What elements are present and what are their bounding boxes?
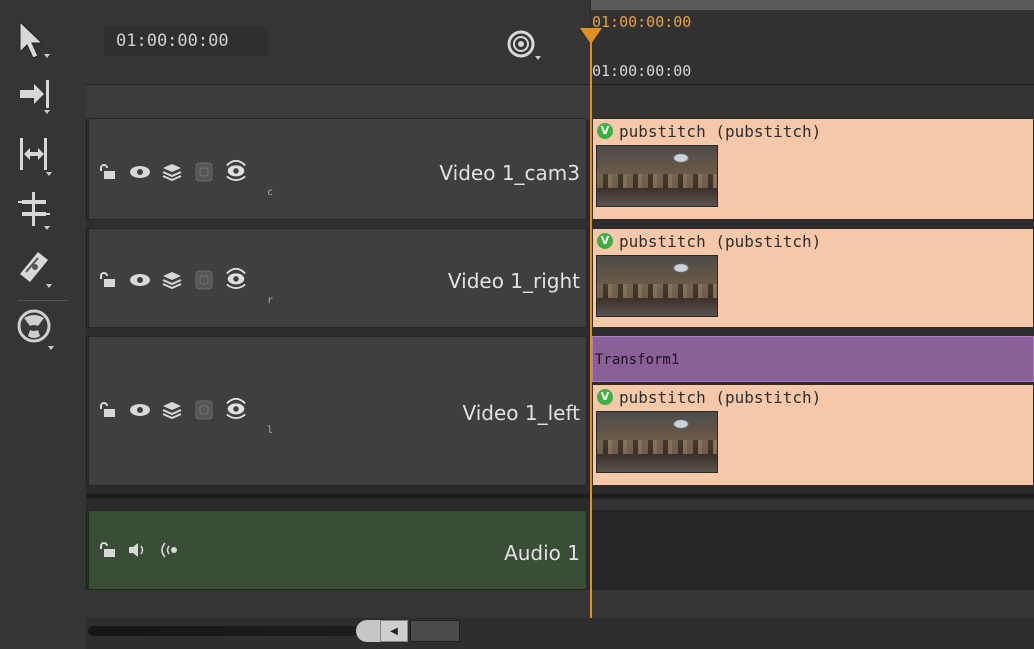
clip-title: pubstitch (pubstitch) <box>619 232 822 251</box>
horizontal-scroll-thumb[interactable] <box>410 620 460 642</box>
tool-strip <box>0 0 87 649</box>
track-name: Video 1_cam3 <box>439 161 580 185</box>
ruler-start-timecode-label: 01:00:00:00 <box>592 62 692 80</box>
version-badge: V <box>597 389 613 405</box>
clip-thumbnail <box>596 145 718 207</box>
blend-toggle[interactable] <box>161 399 183 421</box>
lock-open-icon <box>100 402 115 417</box>
divider-line <box>86 494 1034 498</box>
eye-icon <box>130 404 150 416</box>
ruler-scrub-strip[interactable] <box>591 0 1034 10</box>
view-hint: r <box>267 295 274 306</box>
effect-label: Transform1 <box>595 352 680 368</box>
bracket-range-icon <box>20 138 52 176</box>
lock-open-icon <box>100 272 115 287</box>
layers-icon <box>162 272 182 289</box>
visibility-toggle[interactable] <box>129 161 151 183</box>
arrow-pointer-icon <box>19 20 50 59</box>
cache-toggle[interactable] <box>193 269 215 291</box>
arrow-to-line-icon <box>20 80 50 114</box>
layers-icon <box>162 402 182 419</box>
trim-icon <box>18 192 50 230</box>
playhead-line[interactable] <box>590 28 592 618</box>
visibility-toggle[interactable] <box>129 399 151 421</box>
blend-toggle[interactable] <box>161 269 183 291</box>
slip-tool-button[interactable] <box>14 132 70 180</box>
view-hint: l <box>267 425 274 436</box>
clip-thumbnail <box>596 255 718 317</box>
lock-toggle[interactable] <box>97 399 119 421</box>
current-timecode-field[interactable]: 01:00:00:00 <box>104 26 268 56</box>
audio-track-lane[interactable] <box>591 510 1034 590</box>
lock-open-icon <box>100 542 115 557</box>
audio-wave-icon <box>161 542 177 558</box>
blend-toggle[interactable] <box>161 161 183 183</box>
track-name: Video 1_right <box>447 269 580 293</box>
track-name: Video 1_left <box>462 401 580 425</box>
track-header-video-1-right[interactable]: r Video 1_right <box>88 228 587 328</box>
track-divider <box>86 220 1034 228</box>
view-selector[interactable] <box>225 159 247 181</box>
speaker-icon <box>129 543 144 557</box>
clip-pubstitch-cam3[interactable]: V pubstitch (pubstitch) <box>592 118 1034 220</box>
clip-title: pubstitch (pubstitch) <box>619 122 822 141</box>
clip-thumbnail <box>596 411 718 473</box>
cache-toggle[interactable] <box>193 399 215 421</box>
version-badge: V <box>597 233 613 249</box>
slide-tool-button[interactable] <box>14 186 70 234</box>
solo-toggle[interactable] <box>159 539 181 561</box>
layers-icon <box>162 164 182 181</box>
eye-icon <box>130 166 150 178</box>
view-selector[interactable] <box>225 397 247 419</box>
clip-pubstitch-left[interactable]: V pubstitch (pubstitch) <box>592 384 1034 486</box>
version-badge: V <box>597 123 613 139</box>
track-header-video-1-cam3[interactable]: c Video 1_cam3 <box>88 118 587 220</box>
track-header-audio-1[interactable]: Audio 1 <box>88 510 587 590</box>
cache-toggle[interactable] <box>193 161 215 183</box>
stereo-eyes-icon <box>226 397 246 419</box>
scroll-left-button[interactable]: ◀ <box>380 620 408 642</box>
disk-cache-icon <box>195 400 213 420</box>
razor-tool-button[interactable] <box>14 244 70 292</box>
view-hint: c <box>267 187 274 198</box>
eye-icon <box>130 274 150 286</box>
zoom-slider[interactable] <box>88 626 372 636</box>
snap-magnet-icon <box>507 30 541 60</box>
track-name: Audio 1 <box>504 541 580 565</box>
razor-blade-icon <box>20 252 52 288</box>
track-divider <box>86 328 1034 336</box>
stereo-eyes-icon <box>226 159 246 181</box>
stereo-sphere-icon <box>17 309 54 350</box>
clip-title: pubstitch (pubstitch) <box>619 388 822 407</box>
track-header-video-1-left[interactable]: l Video 1_left <box>88 336 587 486</box>
select-tool-button[interactable] <box>14 16 70 64</box>
clip-pubstitch-right[interactable]: V pubstitch (pubstitch) <box>592 228 1034 328</box>
playhead-timecode-label: 01:00:00:00 <box>592 13 692 31</box>
multi-view-tool-button[interactable] <box>14 304 70 352</box>
disk-cache-icon <box>195 162 213 182</box>
track-header-top-bar <box>86 84 590 119</box>
timeline-top-bar <box>591 84 1034 119</box>
snap-toggle-button[interactable] <box>503 28 547 64</box>
effect-transform1[interactable]: Transform1 <box>592 336 1034 382</box>
lock-open-icon <box>100 164 115 179</box>
lock-toggle[interactable] <box>97 539 119 561</box>
mute-toggle[interactable] <box>127 539 149 561</box>
zoom-slider-knob[interactable] <box>356 620 380 642</box>
lock-toggle[interactable] <box>97 161 119 183</box>
caret-left-icon: ◀ <box>390 625 398 637</box>
stereo-eyes-icon <box>226 267 246 289</box>
timeline-bottom-bar <box>86 590 1034 620</box>
lock-toggle[interactable] <box>97 269 119 291</box>
track-select-tool-button[interactable] <box>14 70 70 118</box>
divider-fill <box>591 500 1034 510</box>
visibility-toggle[interactable] <box>129 269 151 291</box>
view-selector[interactable] <box>225 267 247 289</box>
disk-cache-icon <box>195 270 213 290</box>
